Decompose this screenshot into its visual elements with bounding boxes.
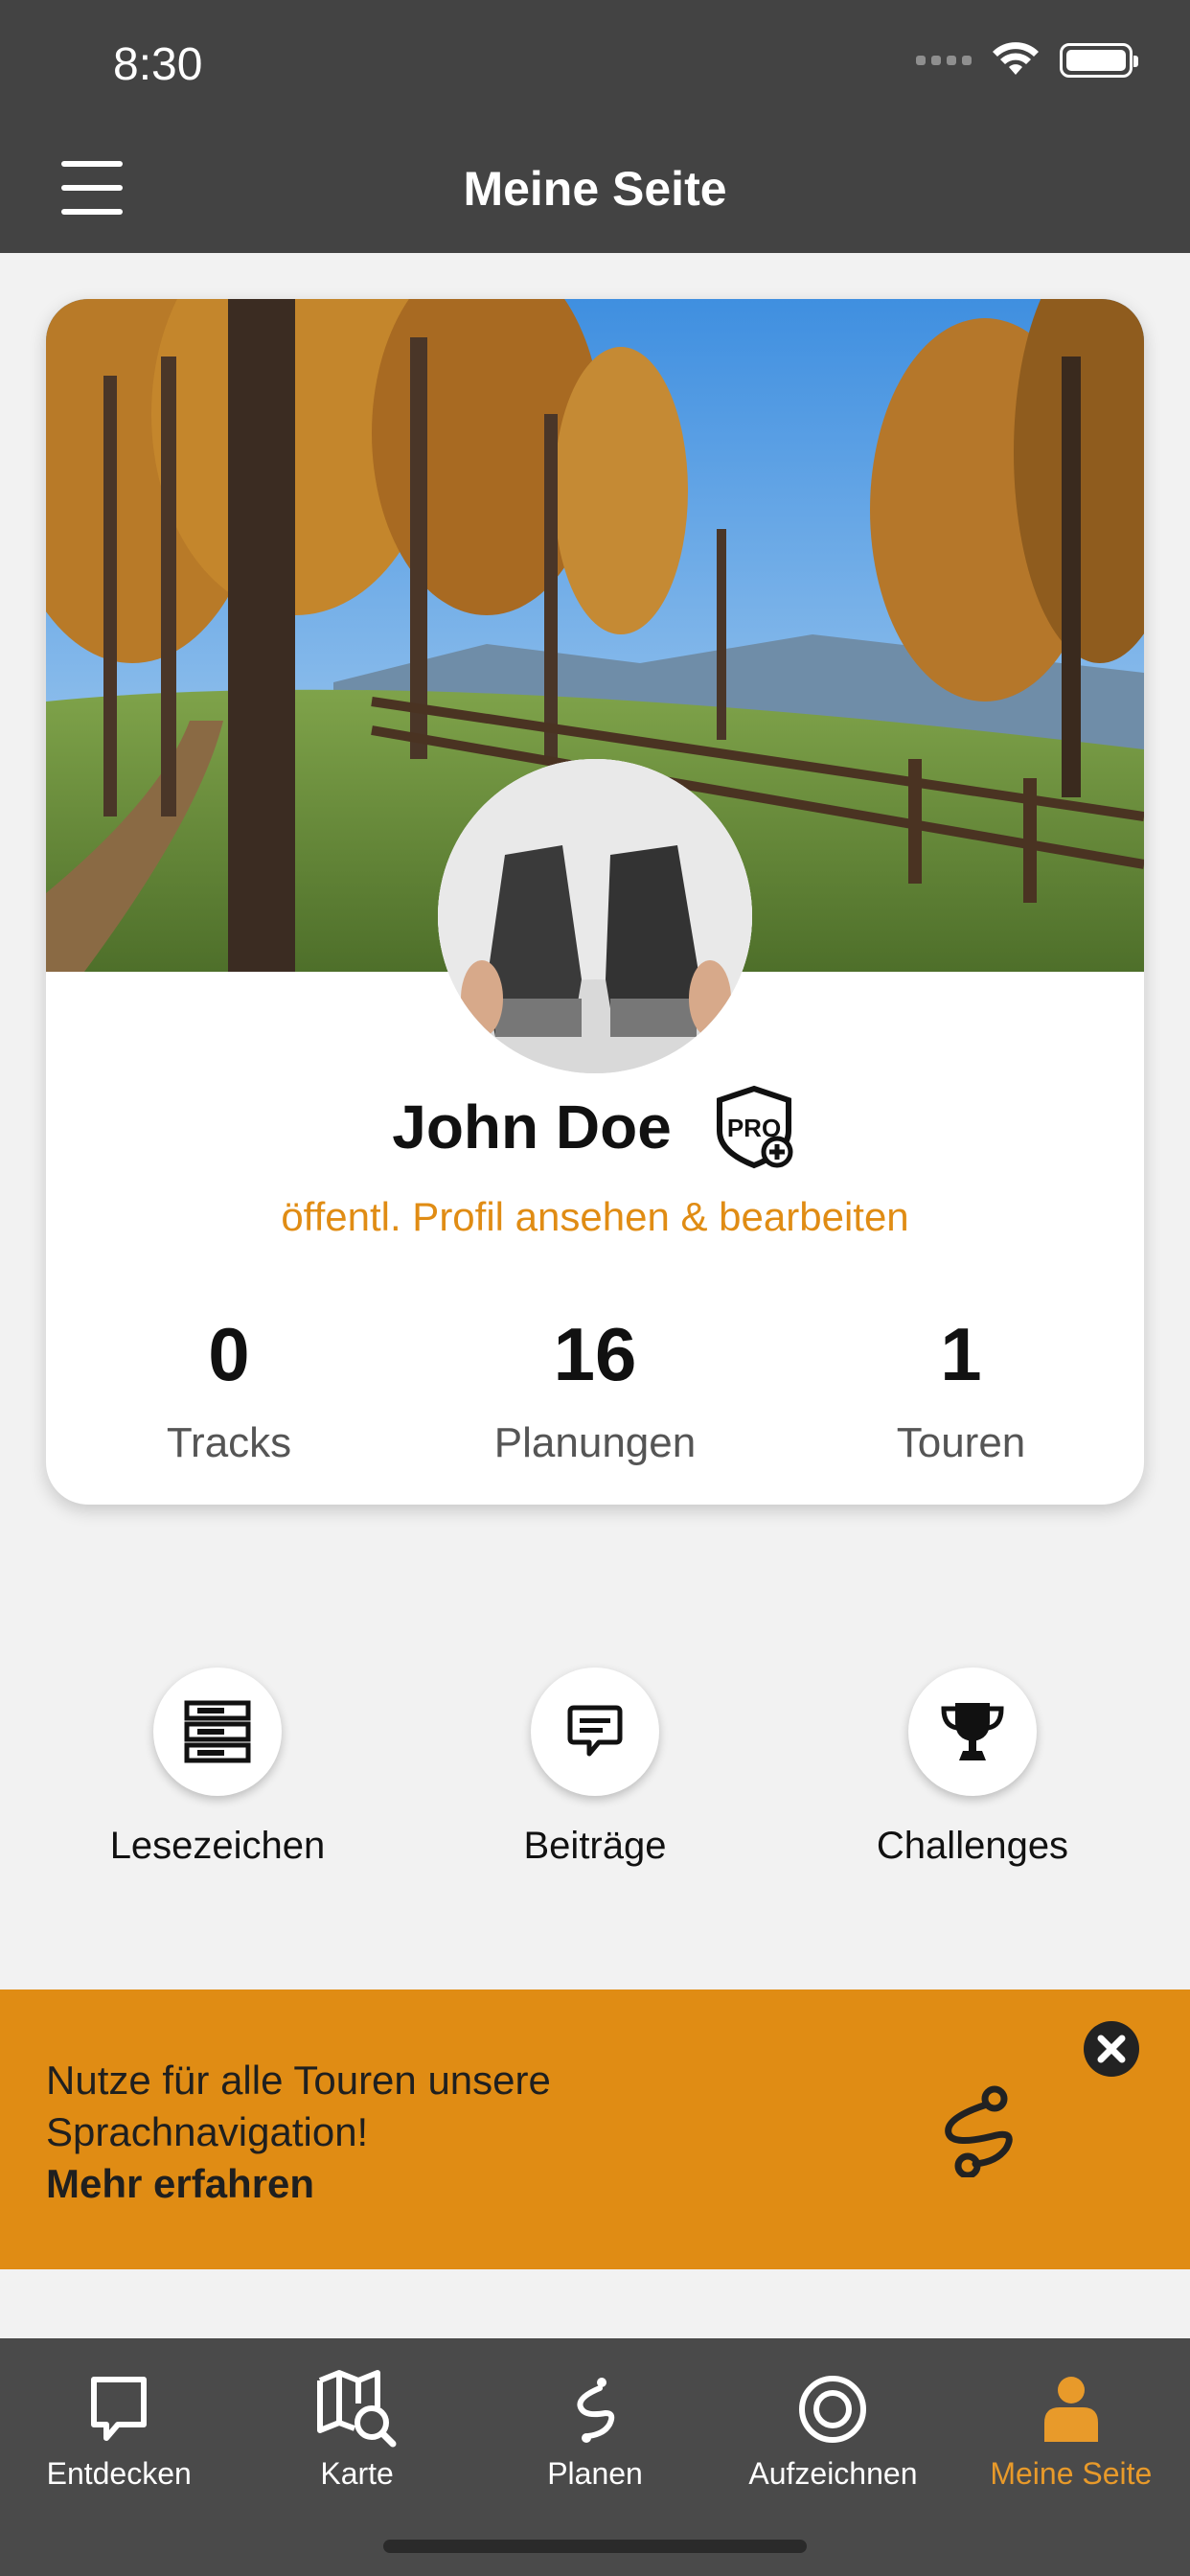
stat-value: 1 [940, 1312, 982, 1396]
avatar-image [438, 759, 752, 1073]
record-icon [797, 2370, 868, 2449]
tab-record[interactable]: Aufzeichnen [714, 2338, 951, 2501]
status-time: 8:30 [113, 39, 203, 90]
banner-link[interactable]: Mehr erfahren [46, 2158, 755, 2210]
stat-label: Touren [896, 1419, 1026, 1466]
quick-actions: Lesezeichen Beiträge Challenges [0, 1668, 1190, 1868]
action-bookmarks[interactable]: Lesezeichen [74, 1668, 361, 1868]
promo-banner: Nutze für alle Touren unsere Sprachnavig… [0, 1990, 1190, 2269]
tab-label: Meine Seite [990, 2456, 1153, 2491]
chat-bubble-icon [531, 1668, 659, 1796]
name-row: John Doe PRO [46, 1083, 1144, 1171]
profile-link[interactable]: öffentl. Profil ansehen & bearbeiten [46, 1194, 1144, 1240]
tab-label: Karte [320, 2456, 394, 2491]
user-name: John Doe [392, 1092, 672, 1162]
stat-label: Tracks [166, 1419, 292, 1466]
plan-route-icon [573, 2370, 617, 2449]
action-challenges[interactable]: Challenges [829, 1668, 1116, 1868]
wifi-icon [993, 42, 1039, 75]
trophy-icon [908, 1668, 1037, 1796]
stat-tracks[interactable]: 0 Tracks [46, 1311, 412, 1467]
page-title: Meine Seite [463, 162, 727, 216]
banner-text-block: Nutze für alle Touren unsere Sprachnavig… [46, 2055, 755, 2210]
top-bar: 8:30 Meine Seite [0, 0, 1190, 253]
tab-map[interactable]: Karte [238, 2338, 475, 2501]
stat-value: 16 [553, 1312, 637, 1396]
avatar[interactable] [438, 759, 752, 1073]
route-icon [945, 2085, 1013, 2177]
tab-label: Planen [547, 2456, 643, 2491]
banner-message: Nutze für alle Touren unsere Sprachnavig… [46, 2058, 551, 2154]
stat-label: Planungen [493, 1419, 697, 1466]
bookmark-list-icon [153, 1668, 282, 1796]
stat-touren[interactable]: 1 Touren [778, 1311, 1144, 1467]
signal-icon [916, 56, 972, 65]
tab-plan[interactable]: Planen [476, 2338, 714, 2501]
action-label: Challenges [876, 1825, 1069, 1867]
battery-icon [1060, 43, 1138, 78]
stats-row: 0 Tracks 16 Planungen 1 Touren [46, 1311, 1144, 1467]
home-indicator [383, 2540, 807, 2553]
tab-bar: Entdecken Karte Planen Aufzeichnen Meine… [0, 2338, 1190, 2576]
stat-value: 0 [208, 1312, 250, 1396]
tab-label: Aufzeichnen [748, 2456, 918, 2491]
action-label: Lesezeichen [109, 1825, 326, 1867]
user-icon [1041, 2370, 1102, 2449]
map-search-icon [316, 2370, 399, 2449]
stat-planungen[interactable]: 16 Planungen [412, 1311, 778, 1467]
action-label: Beiträge [523, 1825, 667, 1867]
close-icon[interactable] [1083, 2020, 1140, 2078]
pro-badge-icon: PRO [716, 1085, 793, 1169]
tab-my-page[interactable]: Meine Seite [952, 2338, 1190, 2501]
action-posts[interactable]: Beiträge [451, 1668, 739, 1868]
tab-label: Entdecken [46, 2456, 192, 2491]
discover-icon [89, 2370, 149, 2449]
tab-discover[interactable]: Entdecken [0, 2338, 238, 2501]
status-icons [916, 42, 1138, 79]
profile-card: John Doe PRO öffentl. Profil ansehen & b… [46, 299, 1144, 1505]
